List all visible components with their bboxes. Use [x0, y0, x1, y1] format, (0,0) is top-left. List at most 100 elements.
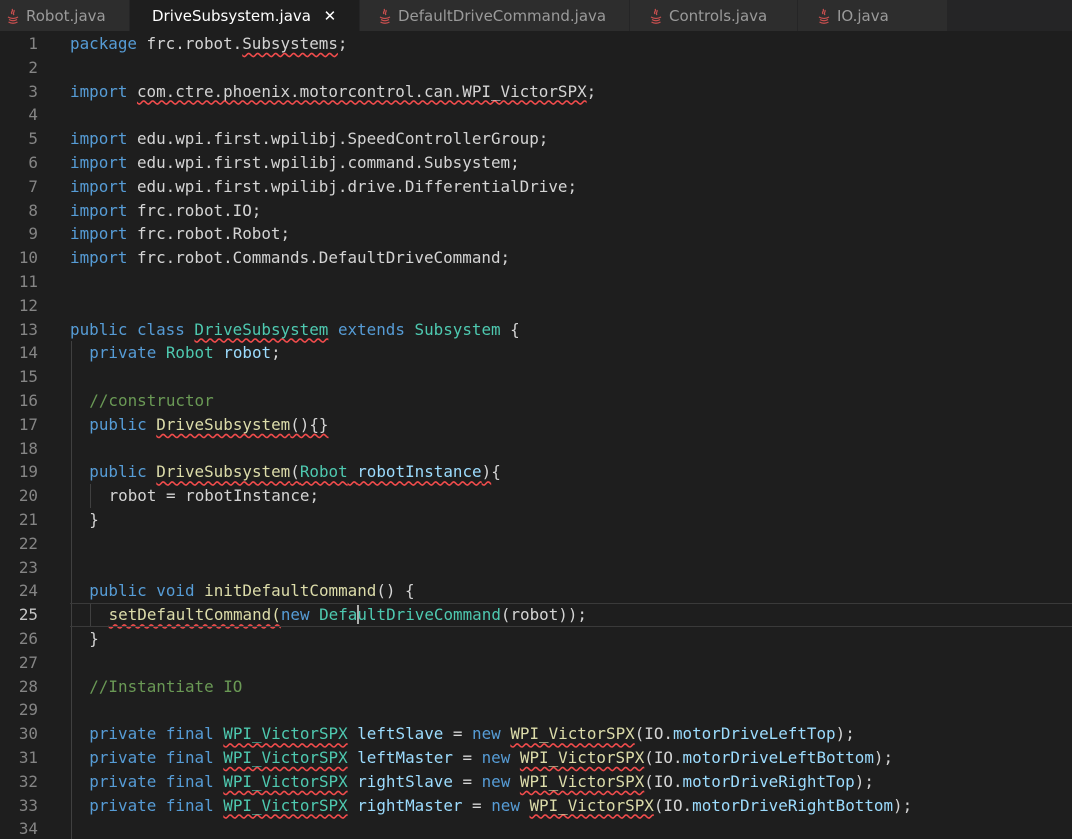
indent-guide — [71, 484, 72, 508]
code-line[interactable]: 13 public class DriveSubsystem extends Su… — [0, 318, 1072, 342]
code-token: rightSlave — [357, 771, 453, 791]
code-line[interactable]: 14 private Robot robot; — [0, 341, 1072, 366]
code-token: final — [165, 748, 214, 767]
code-line[interactable]: 16 //constructor — [0, 389, 1072, 413]
line-number: 19 — [18, 462, 38, 482]
line-number: 6 — [28, 153, 38, 172]
code-line[interactable]: 8 import frc.robot.IO; — [0, 199, 1072, 223]
code-token: { — [491, 462, 501, 482]
code-line[interactable]: 19 public DriveSubsystem(Robot robotInsta… — [0, 460, 1072, 485]
line-number: 20 — [18, 486, 38, 506]
code-line[interactable]: 10 import frc.robot.Commands.DefaultDrive… — [0, 246, 1072, 270]
code-token: public — [70, 319, 128, 339]
code-line[interactable]: 12 — [0, 294, 1072, 318]
code-token: = — [452, 748, 482, 767]
indent-guide — [71, 674, 72, 699]
code-token: final — [165, 795, 214, 815]
code-token-error: DriveSubsystem — [156, 462, 291, 482]
code-text: setDefaultCommand(new DefaultDriveComman… — [109, 603, 587, 627]
code-token: (IO. — [634, 724, 673, 744]
code-line[interactable]: 23 — [0, 555, 1072, 580]
code-token: private — [89, 724, 157, 744]
code-token-error: WPI_VictorSPX — [519, 748, 645, 767]
line-number: 15 — [18, 367, 38, 387]
code-token: { — [500, 319, 520, 339]
code-token: robot — [223, 343, 272, 363]
code-token: void — [156, 581, 195, 601]
tab-drivesubsystem-java[interactable]: DriveSubsystem.java ✕ — [130, 0, 360, 31]
line-number: 23 — [18, 557, 38, 577]
close-icon[interactable]: ✕ — [323, 7, 337, 25]
indent-guide — [71, 508, 72, 532]
line-number: 9 — [28, 224, 38, 244]
indent-guide — [90, 603, 92, 627]
code-line[interactable]: 33 private final WPI_VictorSPX rightMaste… — [0, 793, 1072, 818]
code-line[interactable]: 18 — [0, 436, 1072, 461]
code-token-error: setDefaultCommand( — [108, 605, 281, 625]
code-token: (IO. — [653, 795, 693, 815]
code-text: public DriveSubsystem(Robot robotInstanc… — [89, 460, 500, 484]
tab-defaultdrivecommand-java[interactable]: DefaultDriveCommand.java — [360, 0, 630, 31]
code-token-error: robotInstance — [357, 462, 482, 482]
code-line[interactable]: 22 — [0, 531, 1072, 556]
code-line[interactable]: 25 setDefaultCommand(new DefaultDriveComm… — [0, 603, 1072, 627]
code-token: ); — [873, 748, 894, 767]
code-line[interactable]: 29 — [0, 698, 1072, 723]
code-token: leftMaster — [357, 748, 453, 767]
code-line[interactable]: 5 import edu.wpi.first.wpilibj.SpeedContr… — [0, 127, 1072, 151]
line-number: 4 — [28, 105, 38, 125]
code-text: import edu.wpi.first.wpilibj.command.Sub… — [70, 151, 520, 175]
java-file-icon — [376, 7, 394, 25]
code-text: import frc.robot.Commands.DefaultDriveCo… — [70, 246, 510, 270]
code-line[interactable]: 28 //Instantiate IO — [0, 674, 1072, 699]
code-line[interactable]: 17 public DriveSubsystem(){} — [0, 412, 1072, 437]
code-token: import — [70, 129, 128, 149]
tab-io-java[interactable]: IO.java — [798, 0, 948, 31]
code-token-error: WPI_VictorSPX — [223, 771, 348, 791]
code-token: import — [70, 200, 128, 220]
code-line[interactable]: 7 import edu.wpi.first.wpilibj.drive.Diff… — [0, 175, 1072, 199]
code-line[interactable]: 4 — [0, 103, 1072, 127]
line-number: 12 — [18, 295, 38, 315]
code-line[interactable]: 20 robot = robotInstance; — [0, 484, 1072, 508]
code-token: (IO. — [644, 771, 683, 791]
code-token: import — [70, 81, 128, 101]
code-token: import — [70, 176, 128, 196]
code-line[interactable]: 32 private final WPI_VictorSPX rightSlave… — [0, 769, 1072, 794]
tab-robot-java[interactable]: Robot.java — [0, 0, 130, 31]
code-line[interactable]: 21} — [0, 508, 1072, 532]
code-line[interactable]: 26} — [0, 627, 1072, 651]
code-token: ); — [835, 724, 855, 744]
code-line[interactable]: 24 public void initDefaultCommand() { — [0, 579, 1072, 604]
code-line[interactable]: 30 private final WPI_VictorSPX leftSlave … — [0, 722, 1072, 746]
code-token-error: ( — [290, 462, 300, 482]
code-token-error: (){} — [290, 414, 329, 434]
tab-controls-java[interactable]: Controls.java — [630, 0, 798, 31]
code-token: //Instantiate IO — [89, 676, 243, 696]
code-line[interactable]: 2 — [0, 56, 1072, 80]
code-line[interactable]: 34 — [0, 817, 1072, 839]
code-line[interactable]: 6 import edu.wpi.first.wpilibj.command.Su… — [0, 151, 1072, 175]
code-text: } — [89, 508, 99, 532]
code-line[interactable]: 31 private final WPI_VictorSPX leftMaster… — [0, 746, 1072, 770]
code-line[interactable]: 1 package frc.robot.Subsystems; — [0, 32, 1072, 56]
line-number: 29 — [18, 700, 38, 720]
code-token-error: Subsystems — [242, 34, 338, 53]
code-token: frc.robot.Robot; — [127, 224, 291, 244]
line-number: 21 — [18, 510, 38, 529]
line-number: 13 — [18, 319, 38, 339]
code-line[interactable]: 27 — [0, 650, 1072, 675]
code-editor[interactable]: 1 package frc.robot.Subsystems; 2 3 import c… — [0, 31, 1072, 839]
code-line[interactable]: 11 — [0, 270, 1072, 294]
code-line[interactable]: 3 import com.ctre.phoenix.motorcontrol.ca… — [0, 80, 1072, 104]
code-token: import — [70, 248, 128, 268]
code-line[interactable]: 9 import frc.robot.Robot; — [0, 222, 1072, 246]
code-line[interactable]: 15 — [0, 365, 1072, 389]
